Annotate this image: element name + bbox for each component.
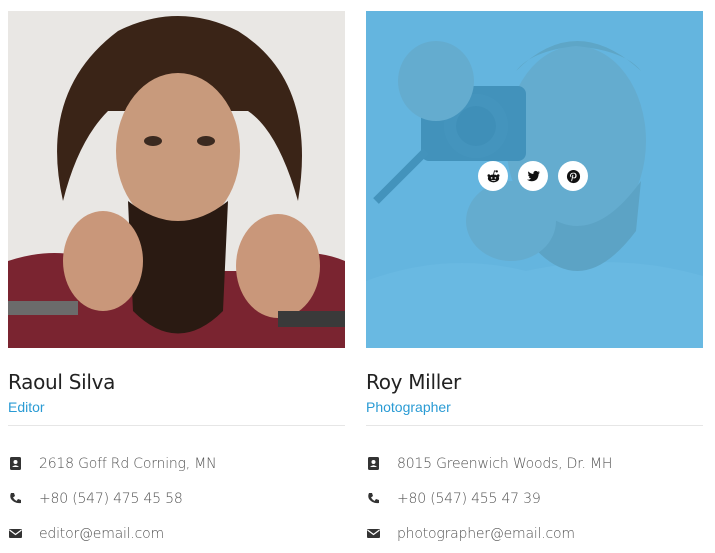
portrait-image bbox=[8, 11, 345, 348]
address-book-icon bbox=[9, 457, 22, 470]
member-role[interactable]: Photographer bbox=[366, 398, 703, 416]
member-photo[interactable] bbox=[8, 11, 345, 348]
contact-phone: +80 (547) 475 45 58 bbox=[8, 481, 345, 516]
reddit-icon bbox=[487, 169, 499, 182]
member-photo[interactable] bbox=[366, 11, 703, 348]
envelope-icon bbox=[367, 527, 380, 540]
twitter-button[interactable] bbox=[518, 161, 548, 191]
phone-icon bbox=[367, 492, 380, 505]
envelope-icon bbox=[9, 527, 22, 540]
contact-address: 8015 Greenwich Woods, Dr. MH bbox=[366, 446, 703, 481]
contact-phone: +80 (547) 455 47 39 bbox=[366, 481, 703, 516]
pinterest-button[interactable] bbox=[558, 161, 588, 191]
contact-list: 8015 Greenwich Woods, Dr. MH +80 (547) 4… bbox=[366, 446, 703, 551]
phone-icon bbox=[9, 492, 22, 505]
twitter-icon bbox=[526, 170, 540, 181]
reddit-button[interactable] bbox=[478, 161, 508, 191]
divider bbox=[8, 425, 345, 426]
address-book-icon bbox=[367, 457, 380, 470]
social-links bbox=[478, 161, 588, 191]
member-name: Roy Miller bbox=[366, 370, 461, 394]
contact-list: 2618 Goff Rd Corning, MN +80 (547) 475 4… bbox=[8, 446, 345, 551]
member-name: Raoul Silva bbox=[8, 370, 116, 394]
pinterest-icon bbox=[566, 169, 580, 183]
member-role[interactable]: Editor bbox=[8, 398, 345, 416]
contact-email: editor@email.com bbox=[8, 516, 345, 551]
contact-email: photographer@email.com bbox=[366, 516, 703, 551]
contact-address: 2618 Goff Rd Corning, MN bbox=[8, 446, 345, 481]
team-card-raoul: Raoul Silva Editor 2618 Goff Rd Corning,… bbox=[8, 11, 345, 551]
divider bbox=[366, 425, 703, 426]
team-card-roy: Roy Miller Photographer 8015 Greenwich W… bbox=[366, 11, 703, 551]
